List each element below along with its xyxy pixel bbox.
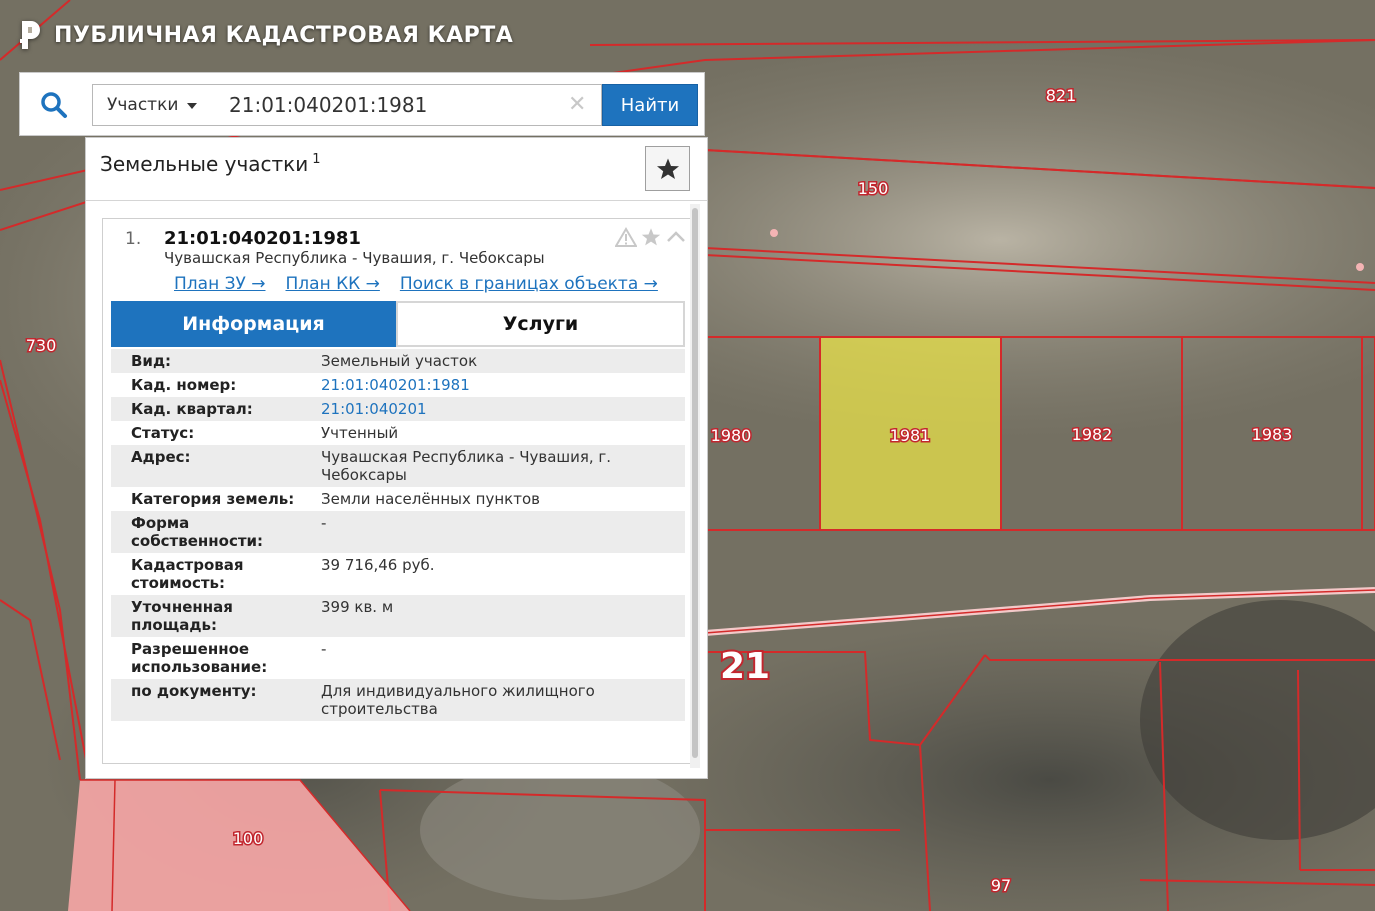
search-type-label: Участки [107,95,179,115]
info-row: Кад. квартал: 21:01:040201 [111,397,685,421]
divider [86,200,707,201]
info-row-label: Статус: [111,421,321,445]
info-row-label: Форма собственности: [111,511,321,553]
map-label-1983: 1983 [1252,425,1293,444]
info-row-label: Кадастровая стоимость: [111,553,321,595]
info-row-value[interactable]: 21:01:040201:1981 [321,373,685,397]
info-row-label: по документу: [111,679,321,721]
info-row: по документу: Для индивидуального жилищно… [111,679,685,721]
map-label-150: 150 [858,179,889,198]
results-panel: Земельные участки 1 1. 21:01:040201:1981 … [85,137,708,779]
warning-icon[interactable] [615,227,637,247]
search-in-bounds-link[interactable]: Поиск в границах объекта → [400,274,658,294]
favorites-button[interactable] [645,146,690,191]
results-count: 1 [312,152,321,168]
info-row: Разрешенное использование: - [111,637,685,679]
star-icon[interactable] [640,227,662,247]
result-links: План ЗУ → План КК → Поиск в границах объ… [174,274,658,294]
panel-title: Земельные участки 1 [100,152,321,176]
info-row: Адрес: Чувашская Республика - Чувашия, г.… [111,445,685,487]
card-actions [615,227,687,247]
info-row-label: Кад. квартал: [111,397,321,421]
info-row-value: Земельный участок [321,349,685,373]
search-bar: Участки ✕ Найти [19,72,705,136]
info-row: Кадастровая стоимость: 39 716,46 руб. [111,553,685,595]
info-row-value: - [321,511,685,553]
info-row: Форма собственности: - [111,511,685,553]
map-label-730: 730 [26,336,57,355]
map-label-1981: 1981 [890,426,931,445]
info-row-value: Земли населённых пунктов [321,487,685,511]
app-header: ПУБЛИЧНАЯ КАДАСТРОВАЯ КАРТА [18,18,513,52]
info-row-value[interactable]: 21:01:040201 [321,397,685,421]
search-type-select[interactable]: Участки [92,84,210,126]
map-label-1980: 1980 [711,426,752,445]
tab-information[interactable]: Информация [111,301,396,347]
info-row-value: Учтенный [321,421,685,445]
info-row-label: Кад. номер: [111,373,321,397]
info-row-label: Категория земель: [111,487,321,511]
chevron-up-icon[interactable] [665,227,687,247]
result-address: Чувашская Республика - Чувашия, г. Чебок… [164,249,545,267]
info-row-value: - [321,637,685,679]
result-tabs: Информация Услуги [111,301,685,347]
scrollbar-thumb[interactable] [692,208,698,758]
app-logo-icon [20,21,40,49]
map-label-97: 97 [991,876,1011,895]
info-row-value: 39 716,46 руб. [321,553,685,595]
find-button[interactable]: Найти [602,84,698,126]
clear-icon[interactable]: ✕ [568,93,586,117]
map-label-100: 100 [233,829,264,848]
plan-zu-link[interactable]: План ЗУ → [174,274,266,294]
info-row: Вид: Земельный участок [111,349,685,373]
result-card: 1. 21:01:040201:1981 Чувашская Республик… [102,218,694,764]
info-row: Категория земель: Земли населённых пункто… [111,487,685,511]
map-label-1982: 1982 [1072,425,1113,444]
info-row-label: Разрешенное использование: [111,637,321,679]
search-icon[interactable] [40,91,68,119]
info-row-value: Для индивидуального жилищного строительс… [321,679,685,721]
info-row: Статус: Учтенный [111,421,685,445]
plan-kk-link[interactable]: План КК → [286,274,380,294]
info-table: Вид: Земельный участок Кад. номер: 21:01:04… [111,349,685,721]
info-row-value: Чувашская Республика - Чувашия, г. Чебок… [321,445,685,487]
app-title: ПУБЛИЧНАЯ КАДАСТРОВАЯ КАРТА [54,22,514,48]
tab-services[interactable]: Услуги [396,301,685,347]
info-row: Кад. номер: 21:01:040201:1981 [111,373,685,397]
info-row: Уточненная площадь: 399 кв. м [111,595,685,637]
info-row-label: Уточненная площадь: [111,595,321,637]
info-row-label: Вид: [111,349,321,373]
search-input[interactable] [209,84,602,126]
panel-title-text: Земельные участки [100,152,309,176]
result-index: 1. [125,229,142,249]
result-cadastral-number[interactable]: 21:01:040201:1981 [164,228,361,249]
map-label-821: 821 [1046,86,1077,105]
info-row-value: 399 кв. м [321,595,685,637]
map-label-quarter-21: 21 [720,646,770,687]
star-icon [656,158,679,179]
info-row-label: Адрес: [111,445,321,487]
chevron-down-icon [187,103,197,109]
